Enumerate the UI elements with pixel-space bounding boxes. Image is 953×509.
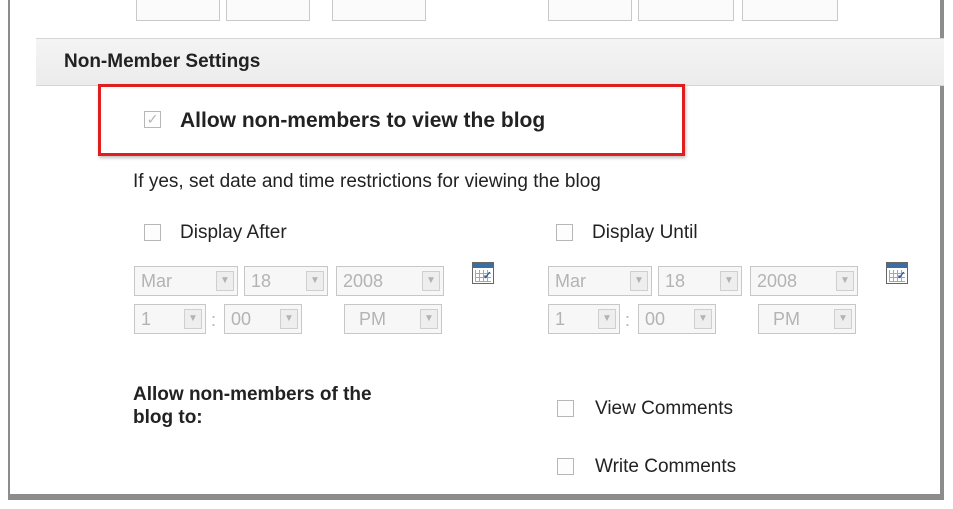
cropped-select bbox=[332, 0, 426, 21]
display-until-hour-select[interactable]: 1 ▼ bbox=[548, 304, 620, 334]
section-title: Non-Member Settings bbox=[64, 51, 261, 72]
view-comments-label: View Comments bbox=[595, 398, 733, 419]
display-until-day-select[interactable]: 18 ▼ bbox=[658, 266, 742, 296]
time-separator: : bbox=[211, 310, 217, 330]
cropped-select bbox=[742, 0, 838, 21]
allow-view-checkbox[interactable]: ✓ bbox=[144, 111, 161, 128]
cropped-select bbox=[136, 0, 220, 21]
chevron-down-icon: ▼ bbox=[694, 309, 712, 329]
check-icon: ✓ bbox=[146, 111, 159, 127]
calendar-icon[interactable]: ✓ bbox=[472, 262, 494, 284]
permissions-heading-line2: blog to: bbox=[133, 407, 203, 428]
chevron-down-icon: ▼ bbox=[216, 271, 234, 291]
display-until-ampm-select[interactable]: PM ▼ bbox=[758, 304, 856, 334]
write-comments-label: Write Comments bbox=[595, 456, 737, 477]
display-after-month-select[interactable]: Mar ▼ bbox=[134, 266, 238, 296]
write-comments-checkbox[interactable] bbox=[557, 458, 574, 475]
display-until-month-select[interactable]: Mar ▼ bbox=[548, 266, 652, 296]
chevron-down-icon: ▼ bbox=[836, 271, 854, 291]
cropped-select bbox=[638, 0, 734, 21]
view-comments-checkbox[interactable] bbox=[557, 400, 574, 417]
chevron-down-icon: ▼ bbox=[598, 309, 616, 329]
chevron-down-icon: ▼ bbox=[834, 309, 852, 329]
display-after-ampm-select[interactable]: PM ▼ bbox=[344, 304, 442, 334]
allow-view-label: Allow non-members to view the blog bbox=[180, 109, 546, 132]
display-until-minute-select[interactable]: 00 ▼ bbox=[638, 304, 716, 334]
time-separator: : bbox=[625, 310, 631, 330]
display-after-year-select[interactable]: 2008 ▼ bbox=[336, 266, 444, 296]
section-header: Non-Member Settings bbox=[36, 38, 944, 86]
display-until-year-select[interactable]: 2008 ▼ bbox=[750, 266, 858, 296]
display-after-label: Display After bbox=[180, 222, 287, 243]
chevron-down-icon: ▼ bbox=[422, 271, 440, 291]
chevron-down-icon: ▼ bbox=[306, 271, 324, 291]
chevron-down-icon: ▼ bbox=[420, 309, 438, 329]
display-after-hour-select[interactable]: 1 ▼ bbox=[134, 304, 206, 334]
permissions-heading-line1: Allow non-members of the bbox=[133, 384, 372, 405]
restriction-hint: If yes, set date and time restrictions f… bbox=[133, 171, 601, 192]
chevron-down-icon: ▼ bbox=[184, 309, 202, 329]
display-after-day-select[interactable]: 18 ▼ bbox=[244, 266, 328, 296]
chevron-down-icon: ▼ bbox=[630, 271, 648, 291]
display-after-minute-select[interactable]: 00 ▼ bbox=[224, 304, 302, 334]
calendar-icon[interactable]: ✓ bbox=[886, 262, 908, 284]
display-until-checkbox[interactable] bbox=[556, 224, 573, 241]
cropped-select bbox=[548, 0, 632, 21]
chevron-down-icon: ▼ bbox=[280, 309, 298, 329]
display-after-checkbox[interactable] bbox=[144, 224, 161, 241]
cropped-select bbox=[226, 0, 310, 21]
chevron-down-icon: ▼ bbox=[720, 271, 738, 291]
display-until-label: Display Until bbox=[592, 222, 698, 243]
